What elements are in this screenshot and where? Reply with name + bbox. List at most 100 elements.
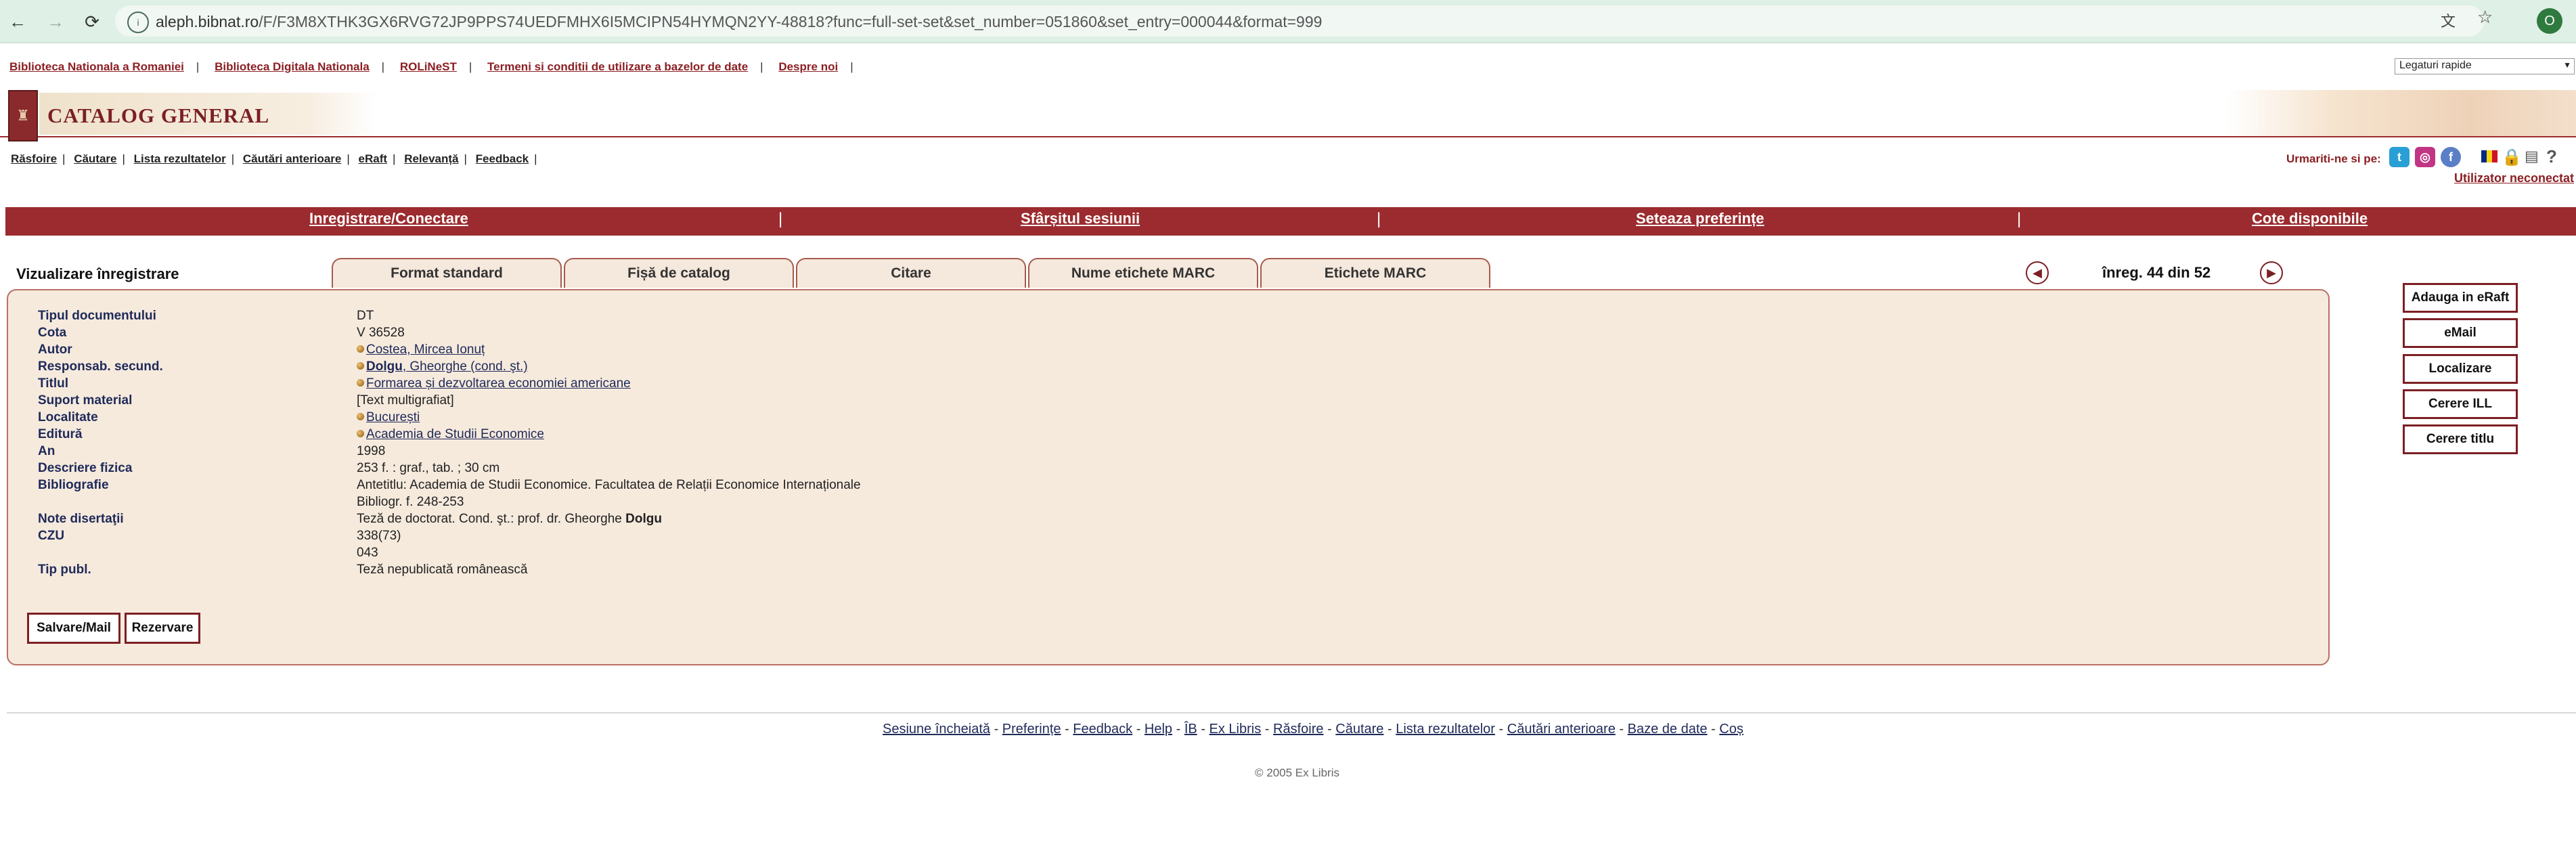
preferences-link[interactable]: Seteaza preferințe [1636, 210, 1764, 227]
chevron-down-icon: ▼ [2563, 60, 2571, 70]
top-link[interactable]: ROLiNeST [400, 60, 457, 73]
field-value: Teză nepublicată românească [357, 563, 528, 577]
footer-link[interactable]: Preferințe [1002, 722, 1061, 737]
tab-format-standard[interactable]: Format standard [332, 258, 562, 288]
end-session-link[interactable]: Sfârșitul sesiunii [1021, 210, 1140, 227]
bar-separator: | [1377, 210, 1381, 228]
tab-marc-tags[interactable]: Etichete MARC [1260, 258, 1490, 288]
footer-link[interactable]: ÎB [1184, 722, 1197, 737]
tab-citation[interactable]: Citare [796, 258, 1026, 288]
field-value: Bibliogr. f. 248-253 [357, 495, 464, 509]
footer-link[interactable]: Răsfoire [1273, 722, 1323, 737]
field-value: Antetitlu: Academia de Studii Economice.… [357, 478, 861, 492]
nav-link-relevanta[interactable]: Relevanță [404, 152, 458, 165]
field-value: Costea, Mircea Ionuț [357, 343, 485, 357]
field-label: Suport material [38, 393, 133, 408]
translate-icon[interactable]: 文 [2441, 9, 2456, 31]
romanian-flag-icon[interactable] [2481, 150, 2497, 162]
field-value: 338(73) [357, 529, 401, 543]
user-status-link[interactable]: Utilizator neconectat [2454, 171, 2574, 185]
publisher-link[interactable]: Academia de Studii Economice [366, 427, 544, 441]
follow-label: Urmariti-ne si pe: [2286, 152, 2381, 165]
reload-icon[interactable]: ⟳ [79, 8, 106, 35]
field-label: Bibliografie [38, 478, 109, 492]
author-link[interactable]: Costea, Mircea Ionuț [366, 343, 485, 357]
ill-request-button[interactable]: Cerere ILL [2403, 389, 2518, 419]
field-label: Descriere fizica [38, 461, 133, 475]
field-value: DT [357, 309, 374, 323]
bookmark-star-icon[interactable]: ☆ [2477, 7, 2493, 28]
footer-link[interactable]: Căutare [1335, 722, 1383, 737]
nav-link-feedback[interactable]: Feedback [476, 152, 529, 165]
nav-link-eraft[interactable]: eRaft [359, 152, 388, 165]
locate-button[interactable]: Localizare [2403, 354, 2518, 384]
field-label: Tip publ. [38, 563, 91, 577]
url-text: aleph.bibnat.ro/F/F3M8XTHK3GX6RVG72JP9PP… [156, 13, 1323, 30]
top-links: Biblioteca Nationala a Romaniei | Bibliot… [9, 60, 853, 73]
login-link[interactable]: Inregistrare/Conectare [309, 210, 468, 227]
nav-link-cautare[interactable]: Căutare [74, 152, 116, 165]
footer-link[interactable]: Căutări anterioare [1507, 722, 1616, 737]
footer-link[interactable]: Sesiune încheiată [883, 722, 990, 737]
top-link[interactable]: Biblioteca Nationala a Romaniei [9, 60, 184, 73]
footer-divider [7, 712, 2576, 714]
title-link[interactable]: Formarea și dezvoltarea economiei americ… [366, 376, 631, 391]
previous-record-icon[interactable]: ◀ [2026, 261, 2049, 284]
record-panel [7, 289, 2330, 665]
instagram-icon[interactable]: ◎ [2415, 147, 2435, 167]
secondary-author-link[interactable]: Dolgu, Gheorghe (cond. şt.) [366, 359, 528, 374]
catalog-title: CATALOG GENERAL [47, 104, 270, 127]
save-mail-button[interactable]: Salvare/Mail [27, 613, 120, 644]
field-label: Autor [38, 343, 72, 357]
back-icon[interactable]: ← [4, 8, 31, 35]
footer-link[interactable]: Coș [1719, 722, 1744, 737]
book-icon[interactable]: ▤ [2525, 148, 2539, 165]
field-value: V 36528 [357, 326, 405, 340]
next-record-icon[interactable]: ▶ [2260, 261, 2283, 284]
help-icon[interactable]: ? [2546, 146, 2557, 167]
nav-link-cautari-anterioare[interactable]: Căutări anterioare [243, 152, 342, 165]
main-nav: Răsfoire | Căutare | Lista rezultatelor | C… [11, 152, 537, 165]
profile-avatar[interactable]: O [2537, 8, 2562, 34]
field-value: București [357, 410, 420, 425]
field-value: Formarea și dezvoltarea economiei americ… [357, 376, 631, 391]
place-link[interactable]: București [366, 410, 420, 424]
nav-link-lista[interactable]: Lista rezultatelor [134, 152, 226, 165]
address-bar[interactable]: i aleph.bibnat.ro/F/F3M8XTHK3GX6RVG72JP9… [115, 5, 2484, 37]
field-label: Responsab. secund. [38, 359, 163, 374]
field-value: Academia de Studii Economice [357, 427, 544, 442]
tab-catalog-card[interactable]: Fișă de catalog [564, 258, 794, 288]
email-button[interactable]: eMail [2403, 318, 2518, 348]
lock-icon[interactable]: 🔒 [2502, 148, 2522, 167]
add-to-eraft-button[interactable]: Adauga in eRaft [2403, 283, 2518, 313]
banner-divider [0, 136, 2576, 137]
twitter-icon[interactable]: t [2389, 147, 2410, 167]
forward-icon[interactable]: → [42, 8, 69, 35]
field-label: Cota [38, 326, 67, 340]
field-value: [Text multigrafiat] [357, 393, 454, 408]
field-label: Localitate [38, 410, 98, 424]
field-value: Teză de doctorat. Cond. şt.: prof. dr. G… [357, 512, 662, 526]
facebook-icon[interactable]: f [2441, 147, 2461, 167]
tab-marc-tag-names[interactable]: Nume etichete MARC [1028, 258, 1258, 288]
copyright: © 2005 Ex Libris [1255, 766, 1339, 779]
top-link[interactable]: Despre noi [778, 60, 838, 73]
bullet-icon [357, 345, 364, 353]
footer-link[interactable]: Baze de date [1628, 722, 1708, 737]
footer-link[interactable]: Help [1145, 722, 1172, 737]
field-label: Tipul documentului [38, 309, 156, 323]
reserve-button[interactable]: Rezervare [125, 613, 200, 644]
footer-link[interactable]: Feedback [1073, 722, 1132, 737]
quick-links-select[interactable]: Legaturi rapide ▼ [2395, 58, 2575, 74]
bullet-icon [357, 413, 364, 420]
site-info-icon[interactable]: i [127, 12, 149, 33]
view-title: Vizualizare înregistrare [16, 265, 179, 282]
available-call-numbers-link[interactable]: Cote disponibile [2252, 210, 2368, 227]
top-link[interactable]: Biblioteca Digitala Nationala [215, 60, 370, 73]
bullet-icon [357, 430, 364, 437]
title-request-button[interactable]: Cerere titlu [2403, 424, 2518, 454]
footer-link[interactable]: Ex Libris [1209, 722, 1262, 737]
nav-link-rasfoire[interactable]: Răsfoire [11, 152, 57, 165]
footer-link[interactable]: Lista rezultatelor [1396, 722, 1495, 737]
top-link[interactable]: Termeni si conditii de utilizare a bazel… [487, 60, 748, 73]
